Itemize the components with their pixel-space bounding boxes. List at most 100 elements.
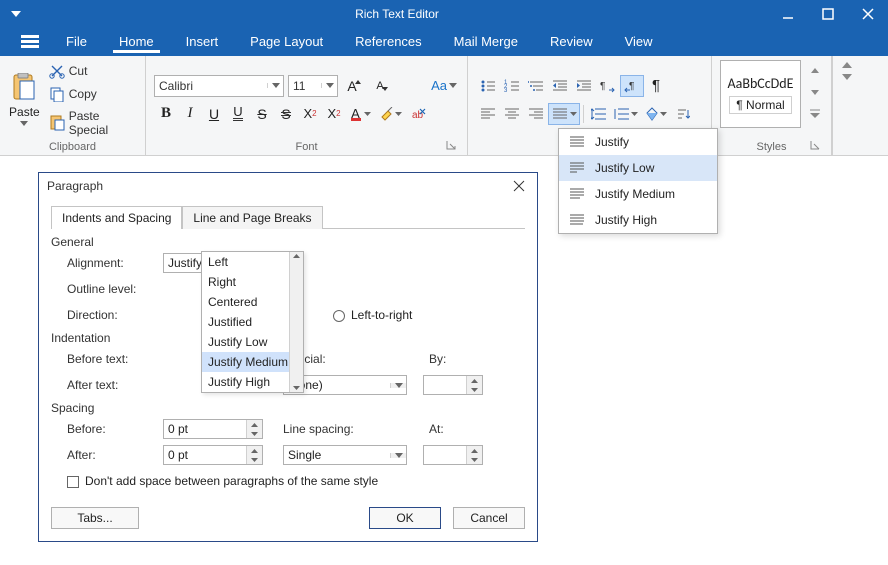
chevron-down-icon — [267, 83, 283, 88]
at-spin[interactable] — [423, 445, 483, 465]
paste-icon[interactable] — [10, 73, 38, 103]
paste-special-icon — [49, 115, 65, 131]
ribbon-collapse-icon[interactable] — [842, 62, 852, 68]
group-font: Calibri 11 A A Aa B I U U S S X2 — [146, 56, 468, 155]
after-value: 0 pt — [164, 446, 246, 464]
close-button[interactable] — [848, 0, 888, 28]
tab-review[interactable]: Review — [534, 28, 609, 56]
tab-home[interactable]: Home — [103, 28, 170, 56]
style-gallery-item[interactable]: AaBbCcDdE ¶ Normal — [720, 60, 801, 128]
align-center-icon[interactable] — [500, 103, 524, 125]
line-spacing-icon-1[interactable] — [587, 103, 611, 125]
justify-menu-item-low[interactable]: Justify Low — [559, 155, 717, 181]
bold-icon[interactable]: B — [154, 103, 178, 125]
after-spin[interactable]: 0 pt — [163, 445, 263, 465]
font-color-button[interactable]: A — [346, 103, 376, 125]
cut-button[interactable]: Cut — [45, 61, 137, 81]
label-line-spacing: Line spacing: — [283, 422, 369, 436]
tab-insert[interactable]: Insert — [170, 28, 235, 56]
justify-medium-icon — [569, 186, 585, 202]
grow-font-icon[interactable]: A — [342, 75, 366, 97]
justify-menu-label: Justify High — [595, 213, 657, 227]
dialog-tab-indents[interactable]: Indents and Spacing — [51, 206, 182, 229]
by-spin[interactable] — [423, 375, 483, 395]
justify-menu-item-medium[interactable]: Justify Medium — [559, 181, 717, 207]
paste-label[interactable]: Paste — [9, 105, 40, 119]
multilevel-list-icon[interactable] — [524, 75, 548, 97]
alignment-option-left[interactable]: Left — [202, 252, 303, 272]
alignment-option-right[interactable]: Right — [202, 272, 303, 292]
tab-mail-merge[interactable]: Mail Merge — [438, 28, 534, 56]
cancel-button[interactable]: Cancel — [453, 507, 525, 529]
cut-icon — [49, 63, 65, 79]
strikethrough-icon[interactable]: S — [250, 103, 274, 125]
copy-button[interactable]: Copy — [45, 84, 137, 104]
ribbon-options-icon[interactable] — [842, 74, 852, 80]
label-before: Before: — [67, 422, 163, 436]
gallery-up-icon[interactable] — [807, 60, 823, 80]
line-spacing-value: Single — [284, 448, 390, 462]
justify-menu-label: Justify Medium — [595, 187, 675, 201]
change-case-button[interactable]: Aa — [429, 75, 459, 97]
alignment-option-justified[interactable]: Justified — [202, 312, 303, 332]
underline-icon[interactable]: U — [202, 103, 226, 125]
app-menu-icon[interactable] — [6, 4, 26, 24]
rtl-direction-icon[interactable]: ¶ — [620, 75, 644, 97]
double-underline-icon[interactable]: U — [226, 103, 250, 125]
clear-formatting-icon[interactable]: ab — [406, 103, 430, 125]
numbering-icon[interactable]: 123 — [500, 75, 524, 97]
minimize-button[interactable] — [768, 0, 808, 28]
alignment-option-justify-low[interactable]: Justify Low — [202, 332, 303, 352]
tabs-button[interactable]: Tabs... — [51, 507, 139, 529]
alignment-option-justify-medium[interactable]: Justify Medium — [202, 352, 303, 372]
bullets-icon[interactable] — [476, 75, 500, 97]
ltr-direction-icon[interactable]: ¶ — [596, 75, 620, 97]
ok-button[interactable]: OK — [369, 507, 441, 529]
gallery-more-icon[interactable] — [807, 104, 823, 124]
shading-button[interactable] — [641, 103, 671, 125]
highlight-color-button[interactable] — [376, 103, 406, 125]
font-name-combo[interactable]: Calibri — [154, 75, 284, 97]
checkbox-dont-add-space[interactable]: Don't add space between paragraphs of th… — [67, 474, 378, 488]
shrink-font-icon[interactable]: A — [370, 75, 394, 97]
justify-menu-item-justify[interactable]: Justify — [559, 129, 717, 155]
alignment-option-justify-high[interactable]: Justify High — [202, 372, 303, 392]
dialog-tab-linebreaks[interactable]: Line and Page Breaks — [182, 206, 322, 229]
tab-file[interactable]: File — [50, 28, 103, 56]
show-marks-icon[interactable]: ¶ — [644, 75, 668, 97]
font-size-combo[interactable]: 11 — [288, 75, 338, 97]
label-dont-add: Don't add space between paragraphs of th… — [85, 474, 378, 488]
tab-view[interactable]: View — [609, 28, 669, 56]
paste-dropdown-icon[interactable] — [20, 121, 28, 126]
alignment-option-centered[interactable]: Centered — [202, 292, 303, 312]
double-strikethrough-icon[interactable]: S — [274, 103, 298, 125]
decrease-indent-icon[interactable] — [548, 75, 572, 97]
align-left-icon[interactable] — [476, 103, 500, 125]
subscript-icon[interactable]: X2 — [322, 103, 346, 125]
styles-dialog-launcher-icon[interactable] — [809, 139, 823, 153]
change-case-label: Aa — [431, 78, 447, 93]
file-button-icon[interactable] — [10, 28, 50, 56]
increase-indent-icon[interactable] — [572, 75, 596, 97]
style-sample-text: AaBbCcDdE — [728, 75, 794, 92]
sort-icon[interactable] — [671, 103, 695, 125]
paste-special-button[interactable]: Paste Special — [45, 107, 137, 139]
justify-split-button[interactable] — [548, 103, 580, 125]
gallery-down-icon[interactable] — [807, 82, 823, 102]
dialog-close-icon[interactable] — [509, 176, 529, 196]
tab-page-layout[interactable]: Page Layout — [234, 28, 339, 56]
font-dialog-launcher-icon[interactable] — [445, 139, 459, 153]
alignment-list-scrollbar[interactable] — [289, 252, 303, 392]
tab-references[interactable]: References — [339, 28, 437, 56]
justify-icon — [569, 134, 585, 150]
justify-menu-item-high[interactable]: Justify High — [559, 207, 717, 233]
superscript-icon[interactable]: X2 — [298, 103, 322, 125]
radio-left-to-right[interactable]: Left-to-right — [333, 308, 412, 322]
italic-icon[interactable]: I — [178, 103, 202, 125]
line-spacing-combo[interactable]: Single — [283, 445, 407, 465]
before-spin[interactable]: 0 pt — [163, 419, 263, 439]
align-right-icon[interactable] — [524, 103, 548, 125]
group-label-styles: Styles — [720, 139, 823, 153]
maximize-button[interactable] — [808, 0, 848, 28]
line-spacing-icon-2[interactable] — [611, 103, 641, 125]
